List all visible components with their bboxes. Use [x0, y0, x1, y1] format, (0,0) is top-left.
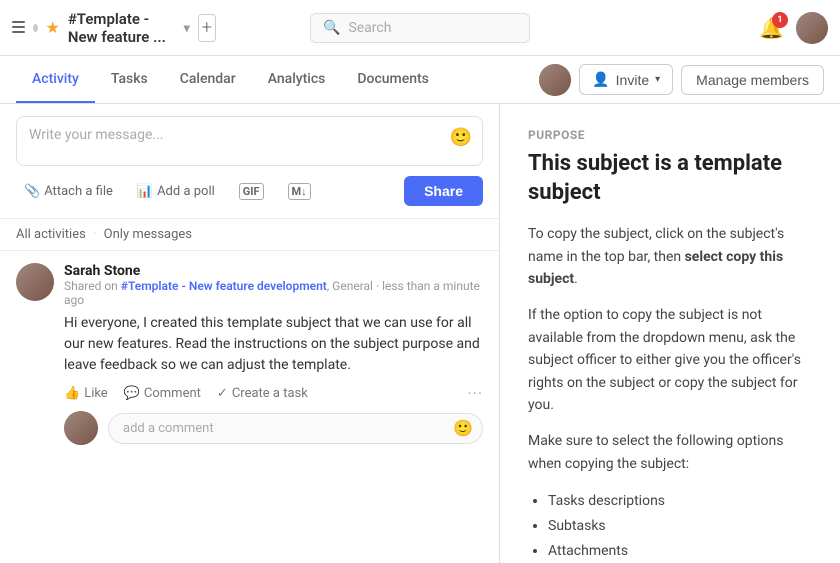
paperclip-icon: 📎 — [24, 184, 40, 199]
topbar: ★ #Template - New feature ... ▾ + 🔍 Sear… — [0, 0, 840, 56]
comment-button[interactable]: 💬 Comment — [124, 386, 201, 401]
list-item: Attachments — [548, 539, 812, 563]
subnav-right: 👤 Invite ▾ Manage members — [539, 64, 824, 96]
add-poll-button[interactable]: 📊 Add a poll — [129, 180, 223, 203]
tab-documents[interactable]: Documents — [341, 56, 445, 103]
comment-placeholder: add a comment — [123, 421, 214, 436]
comment-icon: 💬 — [124, 386, 140, 401]
search-placeholder: Search — [348, 20, 391, 36]
purpose-para2: If the option to copy the subject is not… — [528, 304, 812, 416]
poll-icon: 📊 — [137, 184, 153, 199]
markdown-icon: M↓ — [288, 183, 311, 200]
search-icon: 🔍 — [323, 20, 340, 36]
topbar-left: ★ #Template - New feature ... ▾ + — [12, 10, 216, 46]
purpose-list: Tasks descriptions Subtasks Attachments … — [528, 489, 812, 563]
message-input-area[interactable]: Write your message... 🙂 — [16, 116, 483, 166]
share-button[interactable]: Share — [404, 176, 483, 206]
invite-icon: 👤 — [592, 71, 609, 88]
invite-button[interactable]: 👤 Invite ▾ — [579, 64, 673, 95]
markdown-button[interactable]: M↓ — [280, 179, 319, 204]
main-content: Write your message... 🙂 📎 Attach a file … — [0, 104, 840, 563]
comment-area: add a comment 🙂 — [64, 411, 483, 445]
message-placeholder: Write your message... — [29, 127, 163, 143]
member-avatar[interactable] — [539, 64, 571, 96]
tab-tasks[interactable]: Tasks — [95, 56, 164, 103]
comment-input[interactable]: add a comment — [108, 413, 483, 444]
notification-bell[interactable]: 🔔 1 — [759, 16, 784, 40]
status-dot — [33, 24, 38, 32]
subnav-tabs: Activity Tasks Calendar Analytics Docume… — [16, 56, 539, 103]
post-author-name: Sarah Stone — [64, 263, 483, 279]
post-shared-prefix: Shared on — [64, 279, 121, 293]
activity-post: Sarah Stone Shared on #Template - New fe… — [16, 263, 483, 445]
compose-toolbar: 📎 Attach a file 📊 Add a poll GIF M↓ Shar… — [16, 176, 483, 206]
gif-icon: GIF — [239, 183, 264, 200]
filter-separator: · — [93, 227, 96, 242]
user-avatar[interactable] — [796, 12, 828, 44]
gif-button[interactable]: GIF — [231, 179, 272, 204]
list-item: Subtasks — [548, 514, 812, 539]
post-content: Sarah Stone Shared on #Template - New fe… — [64, 263, 483, 445]
purpose-para1: To copy the subject, click on the subjec… — [528, 223, 812, 290]
breadcrumb-title: #Template - New feature ... ▾ — [68, 10, 190, 46]
create-task-button[interactable]: ✓ Create a task — [217, 386, 308, 401]
post-actions: 👍 Like 💬 Comment ✓ Create a task ··· — [64, 384, 483, 403]
filter-messages[interactable]: Only messages — [104, 227, 192, 242]
commenter-avatar — [64, 411, 98, 445]
purpose-section-label: Purpose — [528, 128, 812, 142]
notification-badge: 1 — [772, 12, 788, 28]
purpose-title: This subject is a template subject — [528, 150, 812, 207]
breadcrumb-text: #Template - New feature ... — [68, 10, 178, 46]
star-icon[interactable]: ★ — [46, 18, 60, 37]
task-icon: ✓ — [217, 386, 228, 401]
add-button[interactable]: + — [198, 14, 216, 42]
post-author-avatar — [16, 263, 54, 301]
hamburger-icon[interactable] — [12, 21, 25, 35]
thumbs-up-icon: 👍 — [64, 386, 80, 401]
emoji-button-compose[interactable]: 🙂 — [450, 127, 472, 148]
activity-feed: Sarah Stone Shared on #Template - New fe… — [0, 251, 499, 563]
tab-analytics[interactable]: Analytics — [252, 56, 342, 103]
search-bar[interactable]: 🔍 Search — [310, 13, 530, 43]
topbar-center: 🔍 Search — [216, 13, 624, 43]
activity-filter: All activities · Only messages — [0, 219, 499, 251]
attach-file-button[interactable]: 📎 Attach a file — [16, 180, 121, 203]
right-panel: Purpose This subject is a template subje… — [500, 104, 840, 563]
plus-icon: + — [202, 17, 212, 38]
chevron-down-icon[interactable]: ▾ — [184, 21, 190, 35]
left-panel: Write your message... 🙂 📎 Attach a file … — [0, 104, 500, 563]
comment-emoji-button[interactable]: 🙂 — [453, 419, 473, 438]
like-button[interactable]: 👍 Like — [64, 386, 108, 401]
topbar-right: 🔔 1 — [624, 12, 828, 44]
message-compose: Write your message... 🙂 📎 Attach a file … — [0, 104, 499, 219]
tab-calendar[interactable]: Calendar — [164, 56, 252, 103]
invite-chevron-icon: ▾ — [655, 74, 660, 85]
tab-activity[interactable]: Activity — [16, 56, 95, 103]
more-options-button[interactable]: ··· — [467, 384, 483, 403]
manage-members-button[interactable]: Manage members — [681, 65, 824, 95]
purpose-para3: Make sure to select the following option… — [528, 430, 812, 475]
list-item: Tasks descriptions — [548, 489, 812, 514]
comment-input-wrapper: add a comment 🙂 — [108, 413, 483, 444]
post-text: Hi everyone, I created this template sub… — [64, 313, 483, 376]
post-channel-suffix: , General — [327, 279, 373, 293]
post-channel-link[interactable]: #Template - New feature development — [121, 279, 327, 293]
subnav: Activity Tasks Calendar Analytics Docume… — [0, 56, 840, 104]
post-meta: Shared on #Template - New feature develo… — [64, 279, 483, 307]
filter-all[interactable]: All activities — [16, 227, 86, 242]
